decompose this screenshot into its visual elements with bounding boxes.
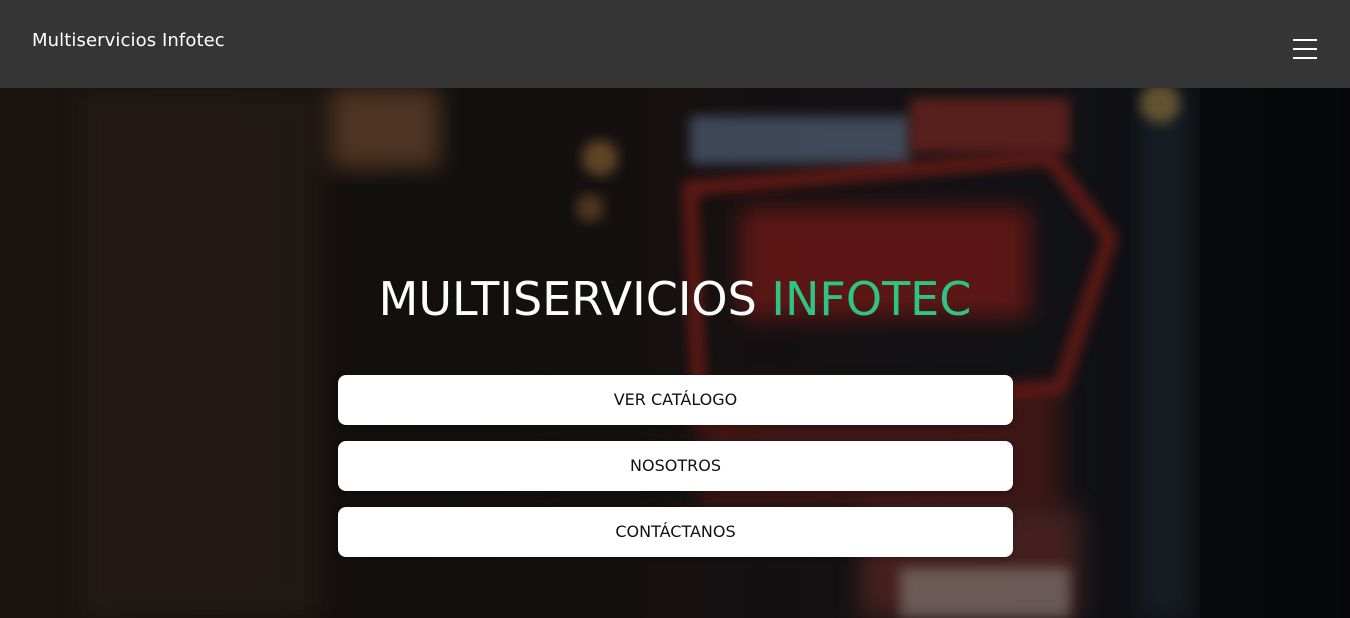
contactanos-button[interactable]: CONTÁCTANOS	[338, 507, 1013, 557]
hamburger-bar	[1293, 39, 1317, 41]
top-navbar: Multiservicios Infotec	[0, 0, 1350, 88]
hamburger-menu-icon[interactable]	[1290, 36, 1320, 62]
ver-catalogo-button[interactable]: VER CATÁLOGO	[338, 375, 1013, 425]
hero-section: MULTISERVICIOS INFOTEC VER CATÁLOGO NOSO…	[0, 88, 1350, 618]
hero-title-accent: INFOTEC	[771, 272, 972, 326]
hamburger-bar	[1293, 48, 1317, 50]
brand-link[interactable]: Multiservicios Infotec	[32, 30, 225, 51]
hamburger-bar	[1293, 57, 1317, 59]
hero-title: MULTISERVICIOS INFOTEC	[0, 272, 1350, 326]
nosotros-button[interactable]: NOSOTROS	[338, 441, 1013, 491]
hero-title-main: MULTISERVICIOS	[378, 272, 757, 326]
